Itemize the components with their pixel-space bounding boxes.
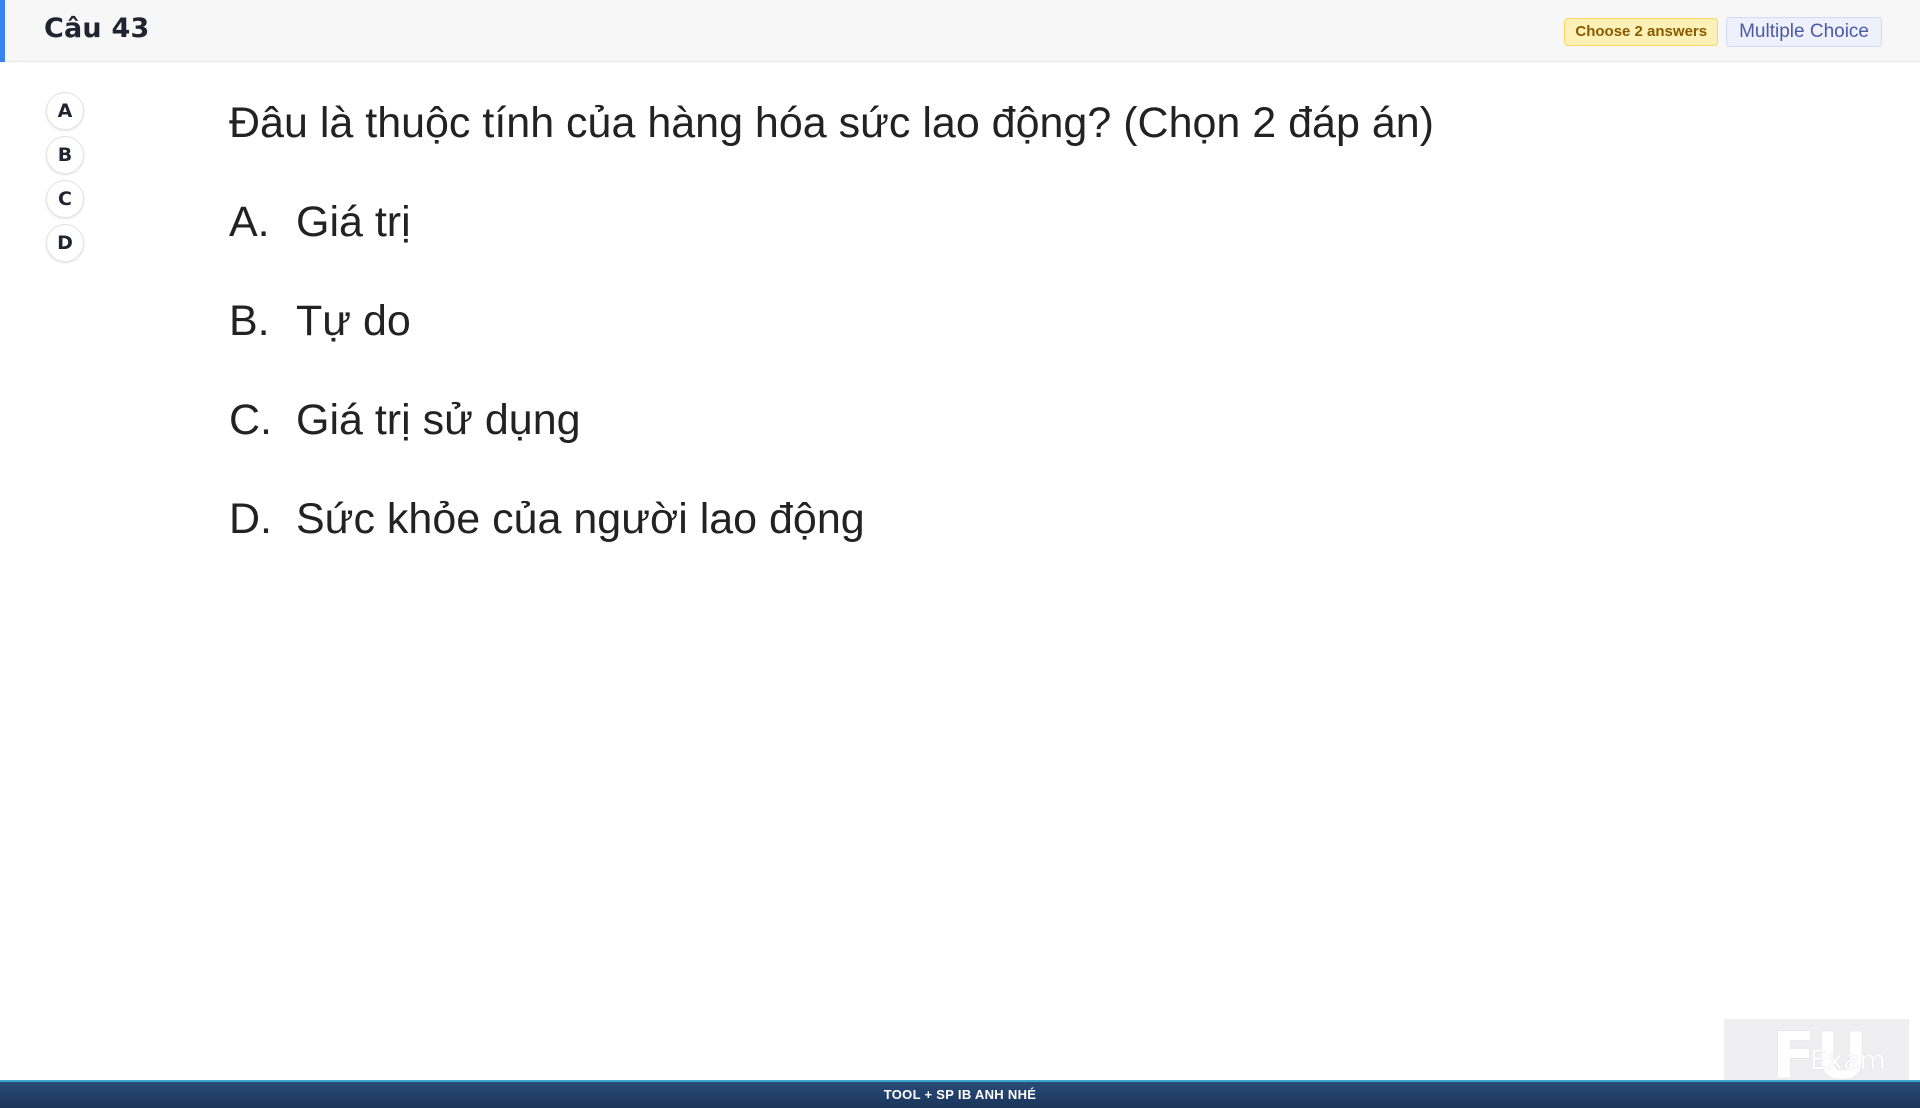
question-number: Câu 43 xyxy=(44,13,150,44)
footer-text: TOOL + SP IB ANH NHÉ xyxy=(883,1087,1037,1102)
option-text: Sức khỏe của người lao động xyxy=(296,495,865,543)
question-text: Đâu là thuộc tính của hàng hóa sức lao đ… xyxy=(229,99,1434,147)
choose-answers-badge: Choose 2 answers xyxy=(1564,18,1719,46)
option-b: B. Tự do xyxy=(229,290,1729,352)
answer-selector-list: A B C D xyxy=(46,92,84,262)
option-letter: C. xyxy=(229,396,272,444)
option-letter: D. xyxy=(229,495,272,543)
option-text: Giá trị xyxy=(296,198,411,246)
answer-selector-d[interactable]: D xyxy=(46,224,84,262)
header-badges: Choose 2 answers Multiple Choice xyxy=(1564,17,1882,47)
watermark-text: Exam xyxy=(1810,1045,1886,1076)
option-c: C. Giá trị sử dụng xyxy=(229,389,1729,451)
question-content: Đâu là thuộc tính của hàng hóa sức lao đ… xyxy=(229,92,1729,550)
answer-selector-a[interactable]: A xyxy=(46,92,84,130)
question-header: Câu 43 Choose 2 answers Multiple Choice xyxy=(0,0,1920,62)
header-accent-bar xyxy=(0,0,5,62)
option-a: A. Giá trị xyxy=(229,191,1729,253)
option-d: D. Sức khỏe của người lao động xyxy=(229,488,1729,550)
option-text: Tự do xyxy=(296,297,411,345)
footer-bar: TOOL + SP IB ANH NHÉ xyxy=(0,1080,1920,1108)
option-text: Giá trị sử dụng xyxy=(296,396,581,444)
answer-selector-c[interactable]: C xyxy=(46,180,84,218)
exam-page: Câu 43 Choose 2 answers Multiple Choice … xyxy=(0,0,1920,1108)
option-letter: B. xyxy=(229,297,270,345)
answer-selector-b[interactable]: B xyxy=(46,136,84,174)
option-letter: A. xyxy=(229,198,270,246)
question-type-badge: Multiple Choice xyxy=(1726,17,1882,47)
